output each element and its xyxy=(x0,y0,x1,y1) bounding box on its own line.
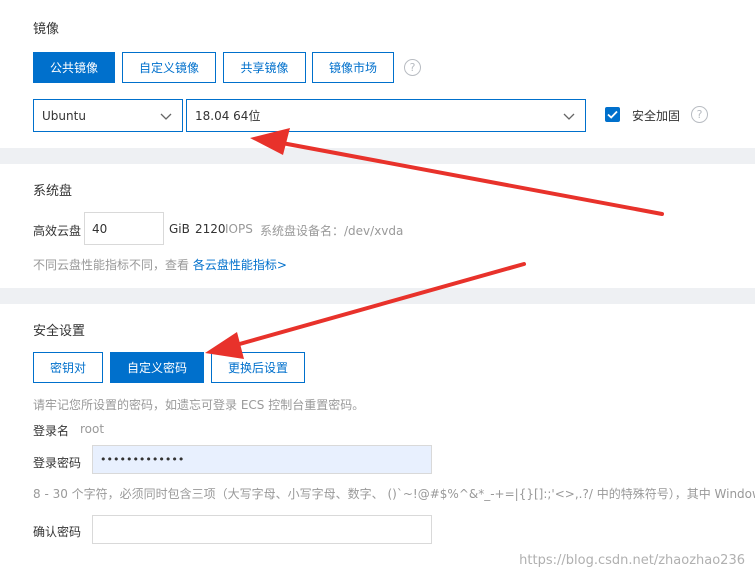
password-rule-hint: 8 - 30 个字符，必须同时包含三项（大写字母、小写字母、数字、 ()`~!@… xyxy=(33,487,755,501)
chevron-down-icon xyxy=(563,113,575,120)
help-icon[interactable]: ? xyxy=(691,106,708,123)
version-select[interactable]: 18.04 64位 xyxy=(186,99,586,132)
disk-hint-text: 不同云盘性能指标不同，查看 xyxy=(33,258,190,272)
os-select[interactable]: Ubuntu xyxy=(33,99,183,132)
password-label: 登录密码 xyxy=(33,456,82,470)
check-icon xyxy=(607,110,618,119)
help-icon[interactable]: ? xyxy=(404,59,421,76)
tab-key-pair[interactable]: 密钥对 xyxy=(33,352,103,383)
password-input[interactable]: ••••••••••••• xyxy=(92,445,432,474)
confirm-password-label: 确认密码 xyxy=(33,525,82,539)
system-disk-title: 系统盘 xyxy=(33,184,73,199)
disk-performance-link[interactable]: 各云盘性能指标> xyxy=(193,258,287,272)
login-name-label: 登录名 xyxy=(33,424,70,438)
chevron-down-icon xyxy=(160,113,172,120)
watermark: https://blog.csdn.net/zhaozhao236 xyxy=(519,553,745,568)
disk-performance-hint: 不同云盘性能指标不同，查看 各云盘性能指标> xyxy=(33,256,287,273)
confirm-password-input[interactable] xyxy=(92,515,432,544)
disk-iops-value: 2120 xyxy=(195,222,226,236)
disk-device-name: 系统盘设备名：/dev/xvda xyxy=(260,224,404,238)
os-select-value: Ubuntu xyxy=(42,108,86,123)
tab-shared-image[interactable]: 共享镜像 xyxy=(223,52,306,83)
disk-type-label: 高效云盘 xyxy=(33,224,82,238)
tab-public-image[interactable]: 公共镜像 xyxy=(33,52,115,83)
security-section-title: 安全设置 xyxy=(33,324,86,339)
login-name-value: root xyxy=(80,422,105,436)
disk-size-input[interactable]: 40 xyxy=(84,212,164,245)
disk-size-unit: GiB xyxy=(169,222,190,236)
image-section-title: 镜像 xyxy=(33,22,60,37)
image-section: 镜像 公共镜像 自定义镜像 共享镜像 镜像市场 ? Ubuntu 18.04 6… xyxy=(0,0,755,148)
security-section: 安全设置 密钥对 自定义密码 更换后设置 请牢记您所设置的密码，如遗忘可登录 E… xyxy=(0,304,755,576)
security-hardening-checkbox[interactable] xyxy=(605,107,620,122)
tab-custom-image[interactable]: 自定义镜像 xyxy=(122,52,216,83)
password-reminder-note: 请牢记您所设置的密码，如遗忘可登录 ECS 控制台重置密码。 xyxy=(33,398,365,412)
version-select-value: 18.04 64位 xyxy=(195,109,261,123)
security-hardening-label: 安全加固 xyxy=(632,109,681,123)
tab-image-market[interactable]: 镜像市场 xyxy=(312,52,394,83)
system-disk-section: 系统盘 高效云盘 40 GiB 2120 IOPS 系统盘设备名：/dev/xv… xyxy=(0,164,755,288)
tab-set-later[interactable]: 更换后设置 xyxy=(211,352,305,383)
disk-iops-unit: IOPS xyxy=(225,222,253,236)
tab-custom-password[interactable]: 自定义密码 xyxy=(110,352,204,383)
